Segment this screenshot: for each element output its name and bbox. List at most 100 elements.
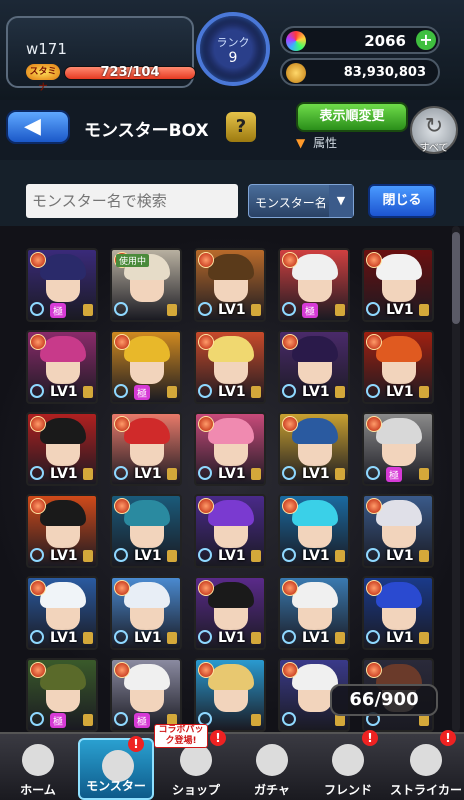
luck-ring-icon — [198, 302, 212, 316]
notice-badge: ! — [210, 730, 226, 746]
element-icon — [30, 498, 46, 514]
monster-card[interactable]: LV1 — [110, 576, 182, 650]
element-icon — [198, 416, 214, 432]
monster-card[interactable]: LV1 — [26, 412, 98, 486]
search-field-select[interactable]: モンスター名 ▼ — [248, 184, 354, 218]
monster-card[interactable]: 極 — [26, 658, 98, 732]
monster-level: LV1 — [134, 466, 162, 482]
nav-item-striker[interactable]: ストライカー! — [388, 730, 464, 800]
lock-icon — [335, 468, 345, 480]
rank-badge[interactable]: ランク 9 — [196, 12, 270, 86]
monster-card[interactable]: LV1 — [194, 330, 266, 404]
monster-portrait-hair — [40, 418, 86, 444]
monster-card[interactable]: LV1 — [194, 248, 266, 322]
monster-card[interactable]: LV1 — [110, 412, 182, 486]
luck-ring-icon — [30, 466, 44, 480]
monster-portrait-hair — [40, 336, 86, 362]
element-icon — [282, 498, 298, 514]
gold-count: 83,930,803 — [343, 65, 426, 80]
monster-card[interactable]: LV1 — [278, 330, 350, 404]
monster-card[interactable]: LV1 — [362, 248, 434, 322]
nav-item-home[interactable]: ホーム — [0, 734, 76, 800]
monster-level: LV1 — [302, 548, 330, 564]
monster-level: LV1 — [218, 630, 246, 646]
lock-icon — [335, 550, 345, 562]
scrollbar-thumb[interactable] — [452, 232, 460, 324]
nav-label: ホーム — [20, 783, 56, 797]
luck-ring-icon — [30, 384, 44, 398]
lock-icon — [419, 550, 429, 562]
page-title: モンスターBOX — [84, 121, 209, 141]
monster-card[interactable]: 極 — [110, 330, 182, 404]
lock-icon — [419, 468, 429, 480]
orb-count: 2066 — [364, 32, 406, 50]
nav-item-monster[interactable]: モンスター! — [78, 736, 154, 800]
luck-ring-icon — [114, 548, 128, 562]
nav-item-friend[interactable]: フレンド! — [310, 730, 386, 800]
monster-level: LV1 — [218, 302, 246, 318]
notice-badge: ! — [362, 730, 378, 746]
gold-coin-icon — [286, 63, 306, 83]
all-toggle-button[interactable]: ↻ すべて — [410, 106, 458, 154]
sort-order-button[interactable]: 表示順変更 — [296, 102, 408, 132]
monster-card[interactable]: 極 — [278, 248, 350, 322]
luck-ring-icon — [114, 384, 128, 398]
element-icon — [30, 580, 46, 596]
monster-card[interactable]: 極 — [26, 248, 98, 322]
monster-card[interactable]: LV1 — [278, 412, 350, 486]
monster-search-input[interactable] — [26, 184, 238, 218]
monster-card[interactable]: LV1 — [26, 330, 98, 404]
element-icon — [114, 416, 130, 432]
monster-card[interactable]: LV1 — [278, 576, 350, 650]
lock-icon — [83, 386, 93, 398]
monster-card[interactable]: 使用中 — [110, 248, 182, 322]
element-icon — [30, 252, 46, 268]
monster-portrait-hair — [292, 582, 338, 608]
monster-level: LV1 — [218, 466, 246, 482]
lock-icon — [251, 468, 261, 480]
nav-item-gacha[interactable]: ガチャ — [234, 734, 310, 800]
monster-card[interactable]: LV1 — [194, 494, 266, 568]
monster-portrait-hair — [124, 582, 170, 608]
element-icon — [30, 416, 46, 432]
collab-pack-banner[interactable]: コラボパック登場! — [154, 724, 208, 748]
help-button[interactable]: ? — [226, 112, 256, 142]
filter-indicator[interactable]: ▼ 属性 — [296, 134, 408, 154]
stamina-icon: スタミナ — [26, 64, 60, 93]
player-panel[interactable]: w171 スタミナ 723/104 — [6, 16, 196, 93]
element-icon — [366, 334, 382, 350]
monster-card[interactable]: LV1 — [26, 494, 98, 568]
back-button[interactable]: ◀ — [6, 110, 70, 144]
nav-label: モンスター — [86, 779, 146, 793]
monster-level: LV1 — [134, 548, 162, 564]
monster-portrait-hair — [208, 664, 254, 690]
element-icon — [114, 498, 130, 514]
monster-card[interactable] — [194, 658, 266, 732]
close-search-button[interactable]: 閉じる — [368, 184, 436, 218]
add-orbs-button[interactable]: + — [416, 30, 436, 50]
lock-icon — [419, 632, 429, 644]
luck-ring-icon — [282, 548, 296, 562]
monster-card[interactable]: 極 — [110, 658, 182, 732]
luck-ring-icon — [30, 630, 44, 644]
monster-card[interactable]: LV1 — [362, 330, 434, 404]
monster-card[interactable]: LV1 — [362, 494, 434, 568]
monster-portrait-hair — [292, 336, 338, 362]
element-icon — [198, 662, 214, 678]
element-icon — [198, 498, 214, 514]
monster-card[interactable]: LV1 — [110, 494, 182, 568]
monster-card[interactable]: LV1 — [26, 576, 98, 650]
monster-portrait-hair — [376, 336, 422, 362]
monster-card[interactable]: LV1 — [194, 412, 266, 486]
monster-card[interactable]: LV1 — [362, 576, 434, 650]
kiwami-badge: 極 — [50, 713, 66, 728]
luck-ring-icon — [198, 384, 212, 398]
filter-label: 属性 — [313, 136, 338, 150]
lock-icon — [419, 386, 429, 398]
monster-level: LV1 — [386, 630, 414, 646]
monster-card[interactable]: 極 — [362, 412, 434, 486]
monster-card[interactable]: LV1 — [194, 576, 266, 650]
monster-level: LV1 — [386, 548, 414, 564]
monster-card[interactable]: LV1 — [278, 494, 350, 568]
lock-icon — [251, 632, 261, 644]
